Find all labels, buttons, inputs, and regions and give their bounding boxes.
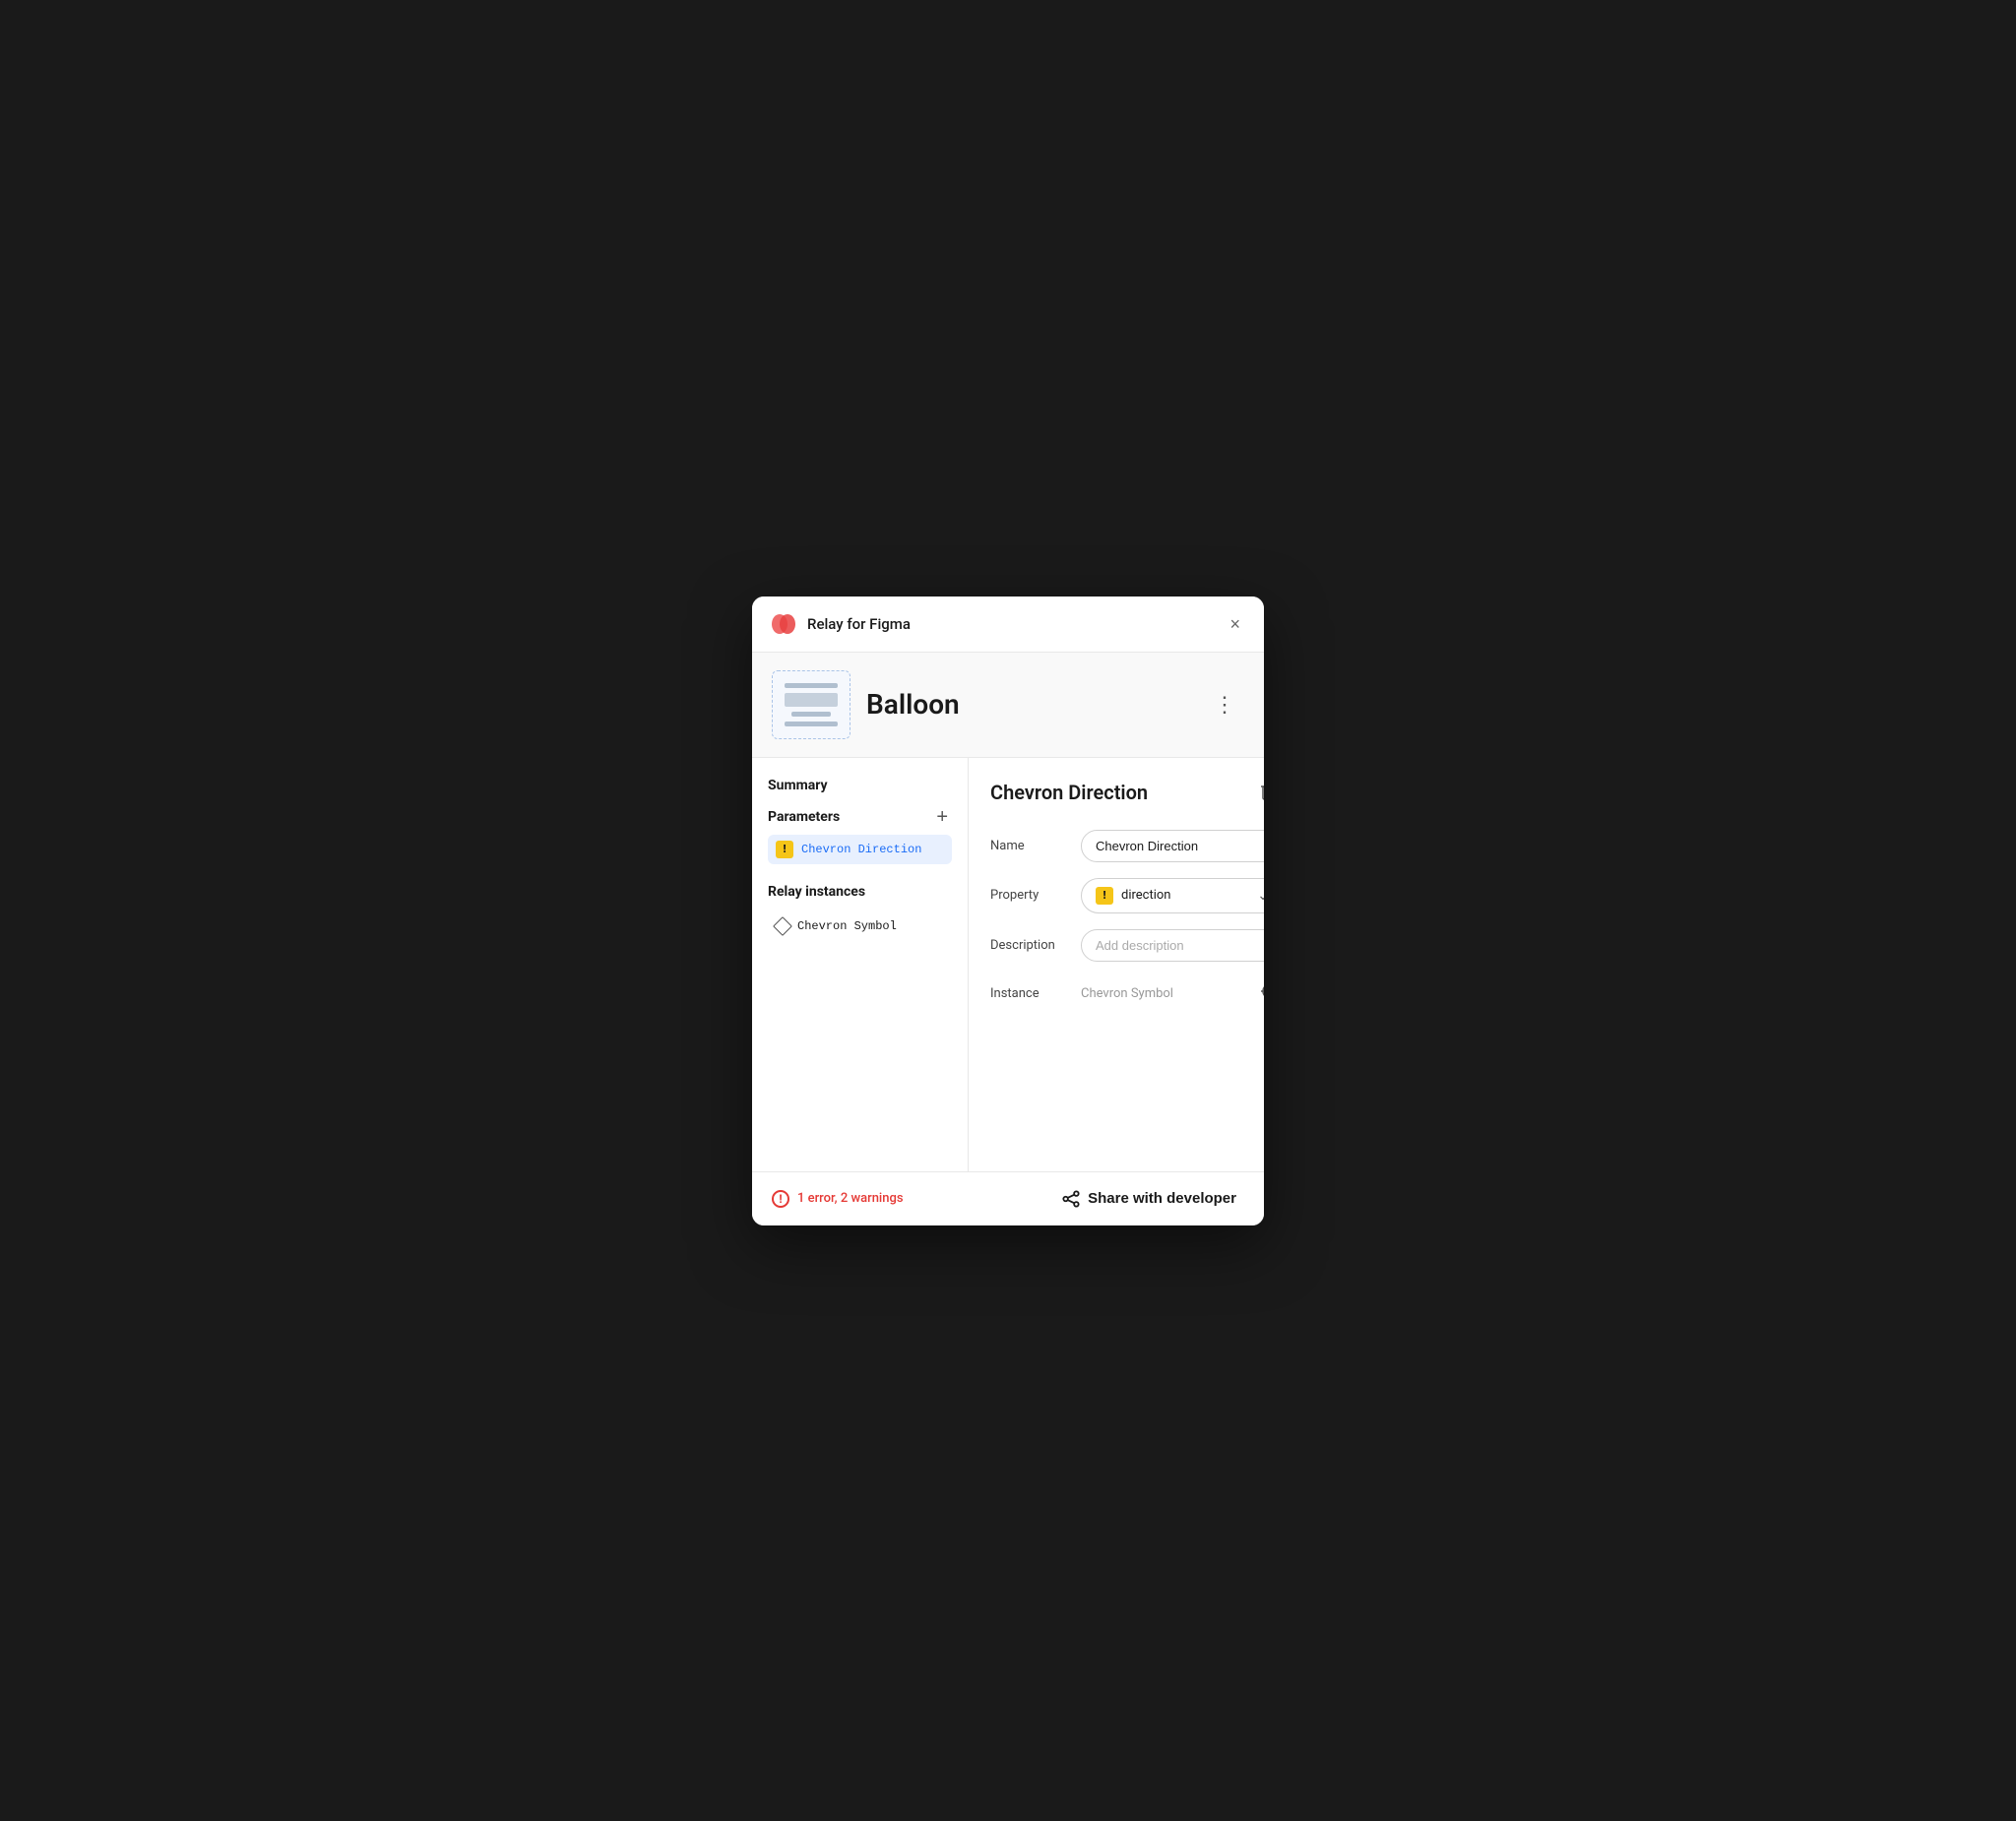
property-value: direction <box>1121 888 1170 903</box>
delete-button[interactable] <box>1256 778 1264 808</box>
right-panel-header: Chevron Direction <box>990 778 1264 808</box>
warning-badge-icon: ! <box>776 841 793 858</box>
error-text: 1 error, 2 warnings <box>797 1191 904 1206</box>
relay-instances-label: Relay instances <box>768 884 952 900</box>
component-header: Balloon ⋮ <box>752 653 1264 758</box>
crosshair-icon <box>1260 981 1264 1001</box>
add-parameter-button[interactable]: + <box>932 807 952 827</box>
description-label: Description <box>990 938 1069 953</box>
component-thumbnail <box>772 670 850 739</box>
instance-name: Chevron Symbol <box>797 919 897 933</box>
close-button[interactable]: × <box>1224 613 1246 635</box>
trash-icon <box>1260 782 1264 801</box>
main-content: Summary Parameters + ! Chevron Direction… <box>752 758 1264 1171</box>
instance-label: Instance <box>990 986 1069 1001</box>
thumb-line-1 <box>785 683 838 688</box>
name-input[interactable] <box>1081 830 1264 862</box>
name-label: Name <box>990 839 1069 853</box>
chevron-down-icon: ⌄ <box>1257 888 1264 904</box>
component-header-left: Balloon <box>772 670 960 739</box>
title-bar-left: Relay for Figma <box>770 610 911 638</box>
parameters-header: Parameters + <box>768 807 952 827</box>
share-icon <box>1062 1190 1080 1208</box>
description-field-row: Description <box>990 929 1264 962</box>
property-select[interactable]: ! direction ⌄ <box>1081 878 1264 913</box>
title-bar: Relay for Figma × <box>752 597 1264 653</box>
panel-title: Chevron Direction <box>990 781 1148 804</box>
property-label: Property <box>990 888 1069 903</box>
property-warning-icon: ! <box>1096 887 1113 905</box>
diamond-icon <box>773 916 792 936</box>
thumb-line-2 <box>785 693 838 707</box>
parameter-name: Chevron Direction <box>801 843 921 856</box>
instance-field-row: Instance Chevron Symbol <box>990 977 1264 1010</box>
instance-value: Chevron Symbol <box>1081 986 1244 1001</box>
thumb-line-3 <box>791 712 831 717</box>
share-label: Share with developer <box>1088 1190 1236 1207</box>
relay-instances-section: Relay instances Chevron Symbol <box>768 884 952 939</box>
component-name: Balloon <box>866 688 960 721</box>
summary-label: Summary <box>768 778 952 793</box>
property-field-row: Property ! direction ⌄ <box>990 878 1264 913</box>
app-logo-icon <box>770 610 797 638</box>
parameter-item-chevron-direction[interactable]: ! Chevron Direction <box>768 835 952 864</box>
property-select-left: ! direction <box>1096 887 1170 905</box>
description-input[interactable] <box>1081 929 1264 962</box>
instance-item-chevron-symbol[interactable]: Chevron Symbol <box>768 913 952 939</box>
error-info: ! 1 error, 2 warnings <box>772 1190 904 1208</box>
footer: ! 1 error, 2 warnings Share with develop… <box>752 1171 1264 1225</box>
right-panel: Chevron Direction Name <box>969 758 1264 1171</box>
share-with-developer-button[interactable]: Share with developer <box>1054 1186 1244 1212</box>
thumb-line-4 <box>785 722 838 726</box>
parameters-label: Parameters <box>768 809 840 825</box>
error-icon: ! <box>772 1190 789 1208</box>
name-field-row: Name <box>990 830 1264 862</box>
app-window: Relay for Figma × Balloon ⋮ Summary Para… <box>752 597 1264 1225</box>
app-title: Relay for Figma <box>807 615 911 633</box>
more-options-button[interactable]: ⋮ <box>1206 690 1244 720</box>
target-button[interactable] <box>1256 977 1264 1010</box>
left-panel: Summary Parameters + ! Chevron Direction… <box>752 758 969 1171</box>
